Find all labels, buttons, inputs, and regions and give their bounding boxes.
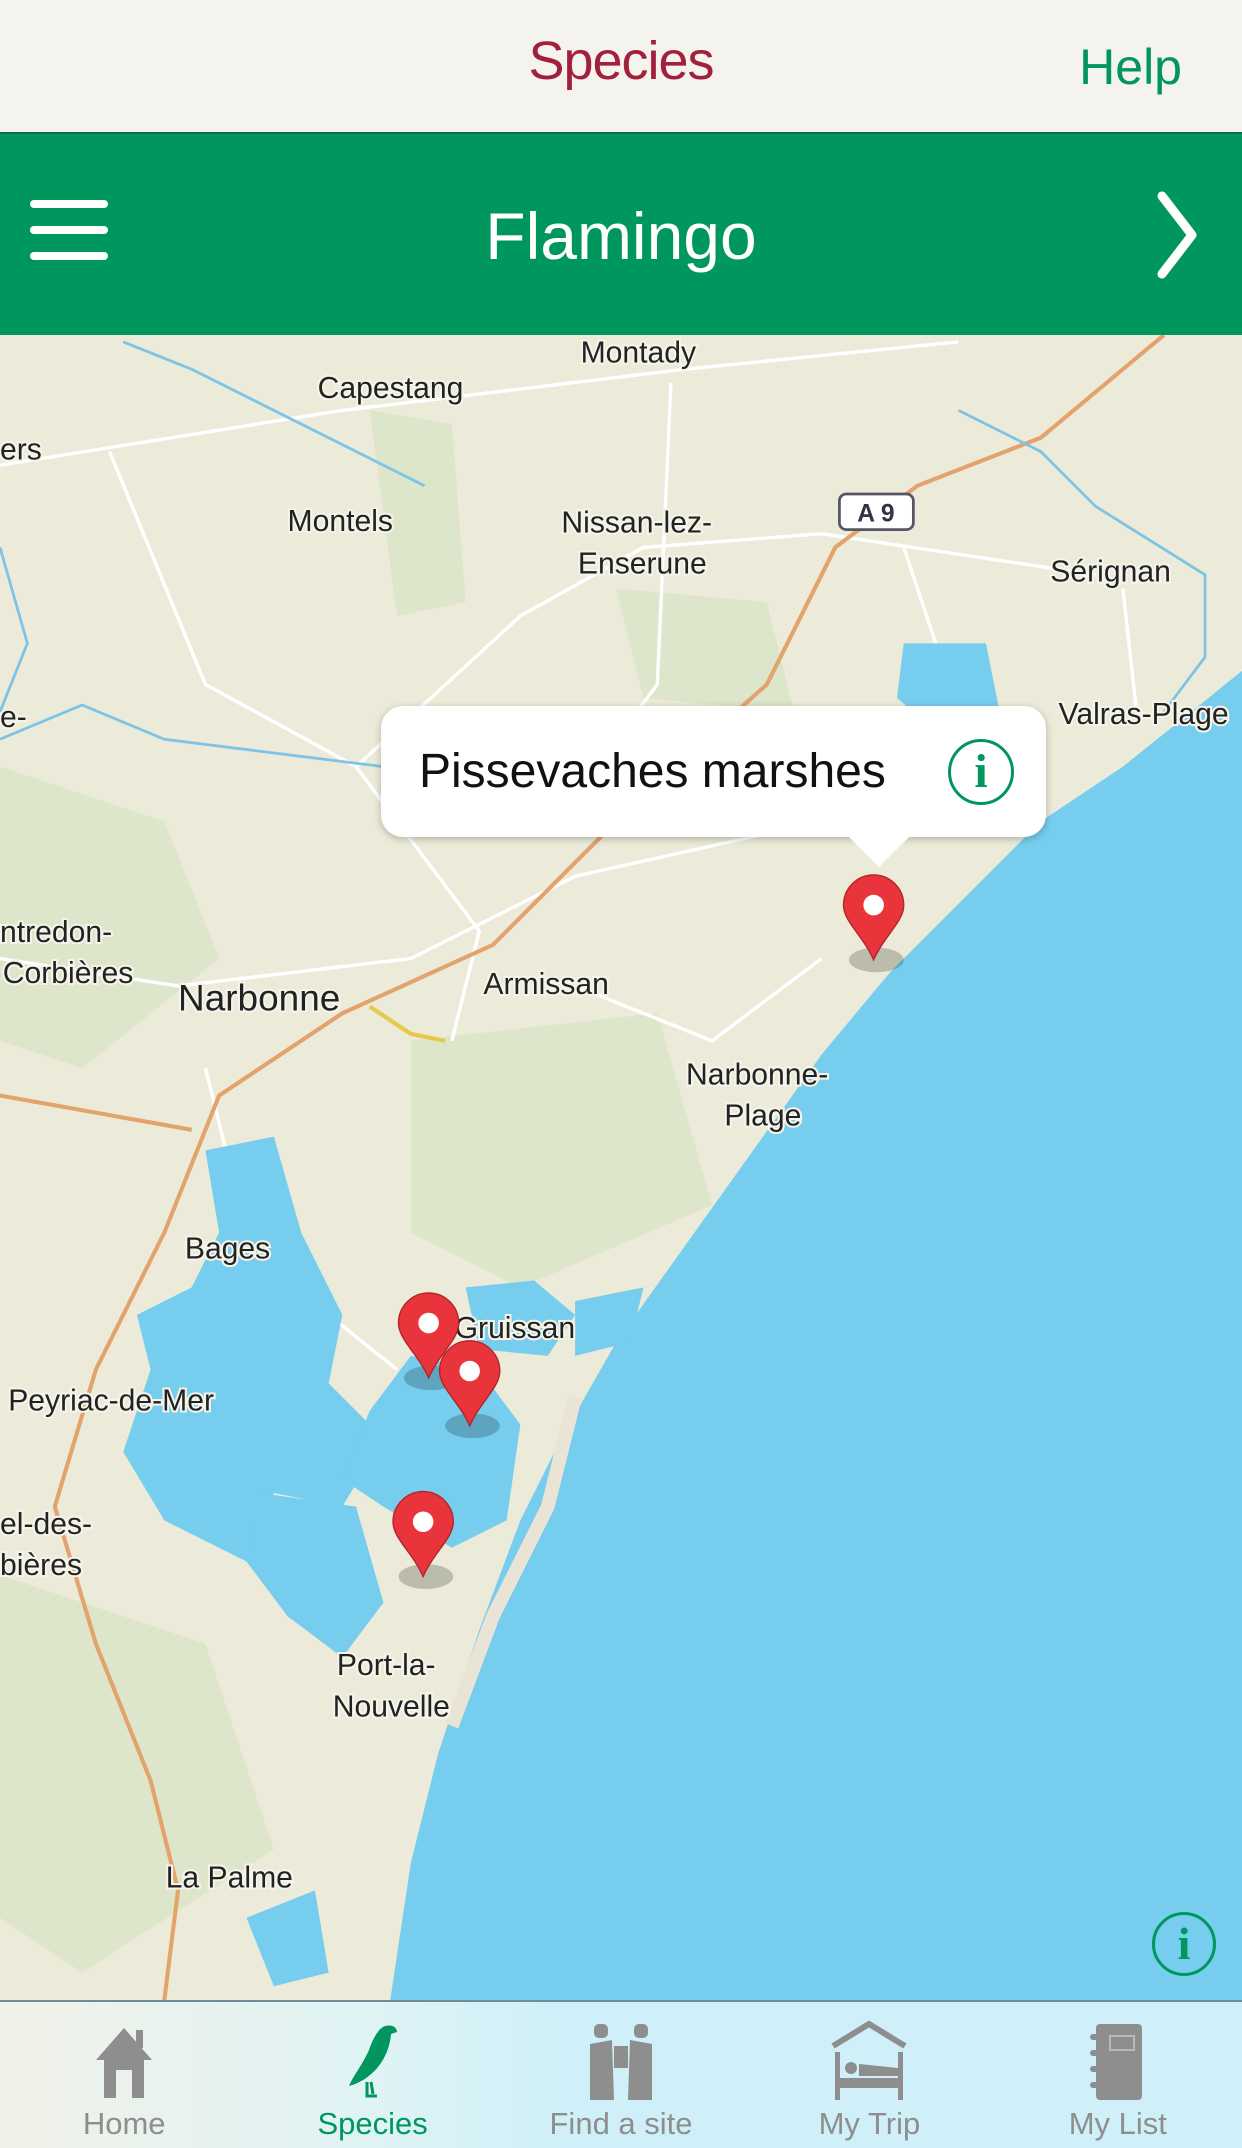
map-label: Narbonne: [178, 978, 340, 1019]
map-label: Montady: [581, 336, 697, 369]
species-name: Flamingo: [485, 199, 757, 273]
species-header: Flamingo: [0, 132, 1242, 335]
binoculars-icon: [590, 2024, 653, 2100]
map-view[interactable]: Montady Capestang ers Montels Nissan-lez…: [0, 335, 1242, 2000]
chevron-right-icon[interactable]: [1152, 190, 1202, 280]
map-info-icon[interactable]: i: [1152, 1912, 1216, 1976]
map-pin[interactable]: [842, 874, 905, 973]
map-pin[interactable]: [392, 1490, 454, 1589]
map-label: Armissan: [483, 968, 609, 1001]
help-button[interactable]: Help: [1079, 38, 1182, 96]
tab-bar: Home Species Find a site My Trip My List: [0, 2000, 1242, 2148]
tab-species[interactable]: Species: [248, 2002, 496, 2148]
map-pin[interactable]: [438, 1340, 501, 1439]
map-label: Montels: [288, 505, 393, 538]
highway-badge: A 9: [857, 500, 894, 527]
map-label: el-des-: [0, 1508, 92, 1541]
tab-label: My List: [1068, 2106, 1167, 2141]
map-label: ers: [0, 434, 42, 467]
map-canvas: Montady Capestang ers Montels Nissan-lez…: [0, 335, 1242, 2000]
map-label: Corbières: [3, 957, 134, 990]
notebook-icon: [1089, 2024, 1142, 2100]
map-label: ntredon-: [0, 916, 112, 949]
map-label: bières: [0, 1549, 82, 1582]
tab-label: Find a site: [549, 2106, 693, 2141]
home-icon: [96, 2028, 153, 2098]
map-label: Bages: [185, 1233, 270, 1266]
map-label: e-: [0, 701, 27, 734]
info-icon[interactable]: i: [948, 739, 1014, 805]
site-callout[interactable]: Pissevaches marshes i: [381, 706, 1046, 867]
bird-icon: [348, 2025, 397, 2098]
map-label: Sérignan: [1050, 556, 1171, 589]
map-label: Gruissan: [455, 1312, 576, 1345]
page-title: Species: [528, 31, 714, 91]
top-bar: Species Help: [0, 0, 1242, 132]
map-label: Capestang: [318, 372, 464, 405]
bed-icon: [831, 2020, 907, 2100]
site-name: Pissevaches marshes: [419, 745, 886, 798]
tab-find-a-site[interactable]: Find a site: [497, 2002, 745, 2148]
tab-label: Species: [317, 2106, 428, 2141]
map-label: Nissan-lez-: [561, 506, 712, 539]
map-label: Plage: [724, 1100, 801, 1133]
map-label: Nouvelle: [333, 1690, 450, 1723]
tab-my-trip[interactable]: My Trip: [745, 2002, 993, 2148]
map-label: La Palme: [166, 1862, 293, 1895]
tab-home[interactable]: Home: [0, 2002, 248, 2148]
map-label: Peyriac-de-Mer: [8, 1385, 214, 1418]
map-label: Port-la-: [337, 1649, 436, 1682]
map-label: Enserune: [578, 547, 707, 580]
map-label: Valras-Plage: [1059, 698, 1229, 731]
map-label: Narbonne-: [686, 1059, 828, 1092]
tab-my-list[interactable]: My List: [994, 2002, 1242, 2148]
tab-label: My Trip: [818, 2106, 921, 2141]
tab-label: Home: [82, 2106, 166, 2141]
